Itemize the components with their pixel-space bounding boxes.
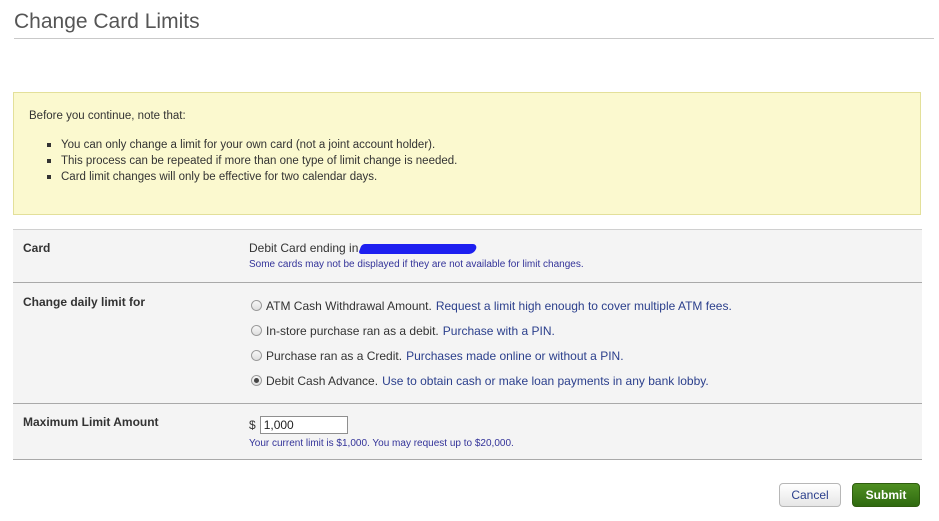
option-description: Purchase with a PIN.	[442, 323, 555, 338]
max-amount-row: Maximum Limit Amount $ Your current limi…	[13, 404, 922, 460]
option-name: ATM Cash Withdrawal Amount.	[266, 298, 432, 313]
daily-limit-label: Change daily limit for	[23, 295, 146, 309]
max-amount-input[interactable]	[259, 416, 348, 434]
limit-form: Card Debit Card ending in Some cards may…	[13, 229, 922, 460]
card-label: Card	[23, 241, 51, 255]
cancel-button[interactable]: Cancel	[779, 483, 841, 507]
notice-item: You can only change a limit for your own…	[29, 137, 457, 153]
redaction-mark	[358, 243, 479, 254]
submit-button[interactable]: Submit	[852, 483, 920, 507]
limit-option-instore-debit[interactable]: In-store purchase ran as a debit. Purcha…	[251, 318, 732, 343]
amount-hint: Your current limit is $1,000. You may re…	[249, 438, 514, 449]
option-name: Purchase ran as a Credit.	[266, 348, 403, 363]
max-amount-label: Maximum Limit Amount	[23, 415, 159, 429]
option-name: In-store purchase ran as a debit.	[266, 323, 439, 338]
daily-limit-row: Change daily limit for ATM Cash Withdraw…	[13, 283, 922, 404]
radio-instore-debit[interactable]	[251, 325, 262, 336]
radio-credit[interactable]	[251, 350, 262, 361]
notice-item: This process can be repeated if more tha…	[29, 153, 457, 169]
limit-option-cash-advance[interactable]: Debit Cash Advance. Use to obtain cash o…	[251, 368, 732, 393]
notice-intro: Before you continue, note that:	[29, 110, 186, 122]
limit-option-atm[interactable]: ATM Cash Withdrawal Amount. Request a li…	[251, 293, 732, 318]
amount-field-wrap: $	[249, 416, 348, 434]
card-hint: Some cards may not be displayed if they …	[249, 259, 584, 270]
limit-option-credit[interactable]: Purchase ran as a Credit. Purchases made…	[251, 343, 732, 368]
radio-cash-advance[interactable]	[251, 375, 262, 386]
notice-list: You can only change a limit for your own…	[29, 137, 457, 185]
card-row: Card Debit Card ending in Some cards may…	[13, 230, 922, 283]
option-description: Use to obtain cash or make loan payments…	[382, 373, 709, 388]
option-description: Request a limit high enough to cover mul…	[435, 298, 732, 313]
option-name: Debit Cash Advance.	[266, 373, 379, 388]
currency-symbol: $	[249, 418, 256, 432]
limit-type-options: ATM Cash Withdrawal Amount. Request a li…	[251, 293, 732, 393]
card-value: Debit Card ending in	[249, 241, 479, 255]
notice-item: Card limit changes will only be effectiv…	[29, 169, 457, 185]
title-divider	[14, 38, 934, 39]
card-value-text: Debit Card ending in	[249, 241, 359, 255]
option-description: Purchases made online or without a PIN.	[406, 348, 624, 363]
notice-box: Before you continue, note that: You can …	[13, 92, 921, 215]
page-title: Change Card Limits	[14, 10, 200, 33]
radio-atm[interactable]	[251, 300, 262, 311]
